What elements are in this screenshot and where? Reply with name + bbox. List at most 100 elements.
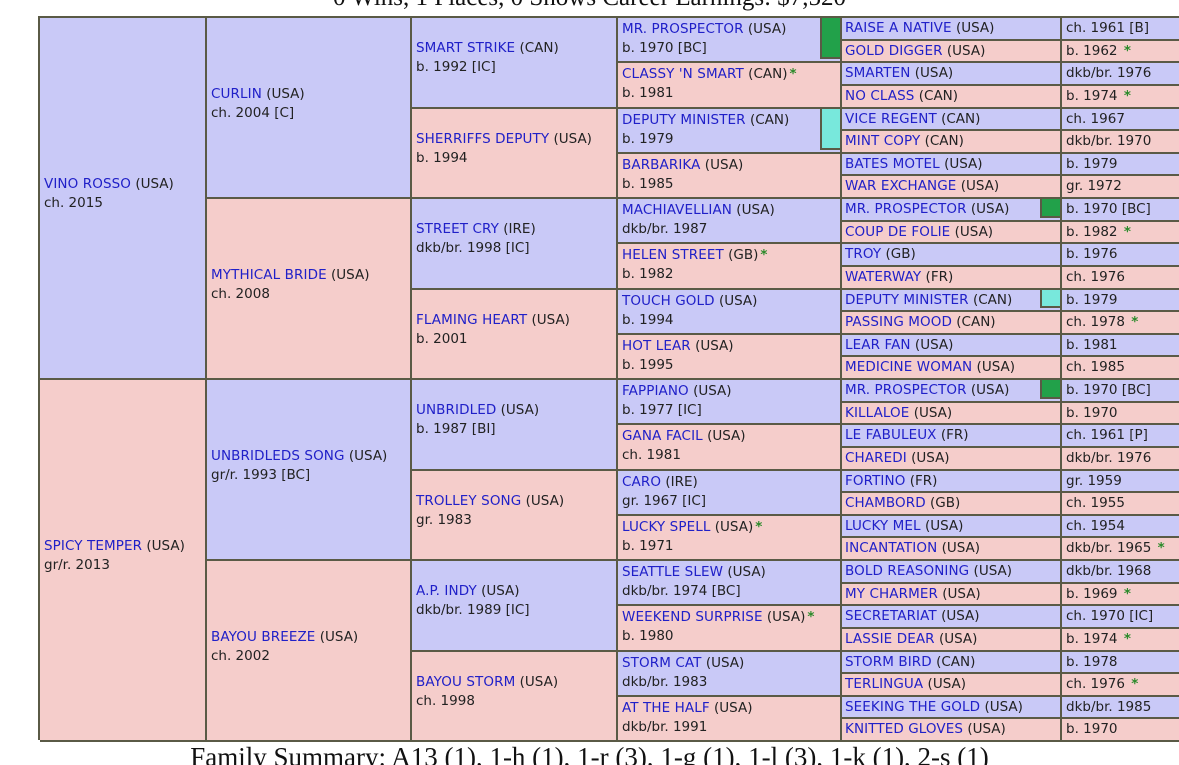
horse-info: ch. 1961 [B] (1066, 20, 1150, 36)
horse-name-link[interactable]: SPICY TEMPER (44, 538, 142, 554)
horse-name-link[interactable]: MACHIAVELLIAN (622, 202, 732, 218)
horse-info-cell: ch. 1970 [IC] (1062, 606, 1179, 629)
horse-name-link[interactable]: FLAMING HEART (416, 312, 527, 328)
horse-name-link[interactable]: STREET CRY (416, 221, 499, 237)
pedigree-cell-gen4: FAPPIANO (USA) b. 1977 [IC] (618, 380, 842, 426)
horse-name-link[interactable]: LASSIE DEAR (845, 631, 935, 647)
horse-country: (USA) (942, 585, 981, 602)
horse-name-link[interactable]: LE FABULEUX (845, 427, 937, 443)
horse-name-link[interactable]: MYTHICAL BRIDE (211, 267, 327, 283)
horse-country: (USA) (704, 156, 744, 173)
dosage-star-icon: * (755, 518, 763, 535)
horse-country: (USA) (266, 85, 305, 102)
horse-country: (CAN) (519, 40, 559, 57)
horse-name-link[interactable]: LUCKY SPELL (622, 519, 710, 535)
horse-info: ch. 2004 [C] (211, 104, 295, 121)
horse-name-link[interactable]: INCANTATION (845, 540, 937, 556)
horse-info-cell: ch. 1985 (1062, 357, 1179, 380)
horse-country: (USA) (553, 130, 592, 147)
horse-name-link[interactable]: HELEN STREET (622, 247, 724, 263)
horse-name-link[interactable]: MINT COPY (845, 133, 920, 149)
horse-name-link[interactable]: SMART STRIKE (416, 40, 515, 56)
horse-name-link[interactable]: WATERWAY (845, 269, 921, 285)
horse-name-link[interactable]: SHERRIFFS DEPUTY (416, 131, 549, 147)
horse-name-link[interactable]: AT THE HALF (622, 700, 710, 716)
dosage-star-icon: * (1131, 676, 1139, 693)
horse-info-cell: dkb/br. 1976 (1062, 63, 1179, 86)
horse-name-line: CHAREDI (USA) (845, 449, 1057, 467)
horse-name-link[interactable]: UNBRIDLEDS SONG (211, 448, 345, 464)
horse-name-link[interactable]: MR. PROSPECTOR (622, 21, 744, 37)
horse-name-line: TERLINGUA (USA) (845, 675, 1057, 693)
horse-name-link[interactable]: GANA FACIL (622, 428, 703, 444)
horse-country: (USA) (946, 42, 986, 59)
horse-name-link[interactable]: STORM BIRD (845, 654, 932, 670)
horse-name-link[interactable]: BATES MOTEL (845, 156, 940, 172)
horse-name-link[interactable]: PASSING MOOD (845, 314, 952, 330)
horse-name-link[interactable]: MR. PROSPECTOR (845, 201, 967, 217)
horse-name-link[interactable]: LUCKY MEL (845, 518, 921, 534)
horse-name-link[interactable]: MY CHARMER (845, 586, 938, 602)
horse-name-link[interactable]: CHAREDI (845, 450, 907, 466)
horse-name-link[interactable]: CLASSY 'N SMART (622, 66, 744, 82)
horse-name-link[interactable]: UNBRIDLED (416, 402, 496, 418)
pedigree-cell-gen5: MR. PROSPECTOR (USA) (842, 380, 1062, 403)
horse-name-link[interactable]: WEEKEND SURPRISE (622, 609, 763, 625)
horse-name-line: TROLLEY SONG (USA) (416, 492, 564, 511)
horse-name-link[interactable]: DEPUTY MINISTER (622, 112, 746, 128)
horse-info: ch. 1981 (622, 447, 681, 464)
horse-name-link[interactable]: VINO ROSSO (44, 176, 131, 192)
horse-info: b. 1981 (1066, 336, 1118, 353)
horse-name-line: MEDICINE WOMAN (USA) (845, 358, 1057, 376)
horse-name-link[interactable]: BAYOU STORM (416, 674, 515, 690)
horse-name-link[interactable]: SMARTEN (845, 65, 910, 81)
horse-name-link[interactable]: SEATTLE SLEW (622, 564, 723, 580)
horse-name-link[interactable]: SECRETARIAT (845, 608, 937, 624)
horse-name-link[interactable]: FORTINO (845, 473, 905, 489)
horse-info: dkb/br. 1976 (1066, 449, 1152, 466)
horse-name-link[interactable]: FAPPIANO (622, 383, 689, 399)
horse-name-line: COUP DE FOLIE (USA) (845, 223, 1057, 241)
horse-name-link[interactable]: MEDICINE WOMAN (845, 359, 972, 375)
cell-text: VINO ROSSO (USA) ch. 2015 (44, 175, 174, 213)
horse-name-link[interactable]: WAR EXCHANGE (845, 178, 956, 194)
horse-info-cell: b. 1970 (1062, 402, 1179, 426)
horse-name-link[interactable]: BAYOU BREEZE (211, 629, 315, 645)
horse-name-link[interactable]: A.P. INDY (416, 583, 477, 599)
horse-name-link[interactable]: VICE REGENT (845, 111, 937, 127)
horse-info: ch. 1961 [P] (1066, 427, 1148, 444)
horse-name-link[interactable]: TROY (845, 246, 881, 262)
horse-name-link[interactable]: STORM CAT (622, 655, 702, 671)
horse-name-link[interactable]: RAISE A NATIVE (845, 20, 952, 36)
horse-name-link[interactable]: CARO (622, 474, 661, 490)
horse-name-link[interactable]: KILLALOE (845, 405, 909, 421)
horse-name-link[interactable]: GOLD DIGGER (845, 43, 943, 59)
horse-name-link[interactable]: DEPUTY MINISTER (845, 292, 969, 308)
horse-country: (GB) (929, 495, 961, 512)
horse-info: ch. 1954 (1066, 517, 1125, 534)
horse-name-line: CHAMBORD (GB) (845, 494, 1057, 512)
horse-name-link[interactable]: TOUCH GOLD (622, 293, 715, 309)
horse-name-link[interactable]: SEEKING THE GOLD (845, 699, 980, 715)
horse-name-link[interactable]: BARBARIKA (622, 157, 701, 173)
pedigree-cell-gen3: TROLLEY SONG (USA) gr. 1983 (412, 470, 618, 561)
horse-country: (USA) (531, 311, 570, 328)
horse-country: (USA) (714, 699, 753, 716)
horse-name-link[interactable]: NO CLASS (845, 88, 914, 104)
horse-name-line: FLAMING HEART (USA) (416, 311, 570, 330)
horse-name-link[interactable]: CURLIN (211, 86, 262, 102)
pedigree-cell-gen5: VICE REGENT (CAN) (842, 108, 1062, 132)
horse-name-link[interactable]: CHAMBORD (845, 495, 926, 511)
horse-name-link[interactable]: LEAR FAN (845, 337, 911, 353)
horse-name-link[interactable]: HOT LEAR (622, 338, 691, 354)
horse-name-link[interactable]: COUP DE FOLIE (845, 224, 950, 240)
horse-name-link[interactable]: MR. PROSPECTOR (845, 382, 967, 398)
horse-name-line: CLASSY 'N SMART (CAN) * (622, 65, 836, 84)
horse-info-cell: b. 1982 * (1062, 221, 1179, 245)
horse-info-cell: dkb/br. 1970 (1062, 131, 1179, 154)
horse-info: b. 1970 [BC] (1066, 382, 1151, 398)
horse-name-link[interactable]: KNITTED GLOVES (845, 721, 963, 737)
horse-name-link[interactable]: TERLINGUA (845, 676, 923, 692)
horse-name-link[interactable]: TROLLEY SONG (416, 493, 521, 509)
horse-name-link[interactable]: BOLD REASONING (845, 563, 969, 579)
